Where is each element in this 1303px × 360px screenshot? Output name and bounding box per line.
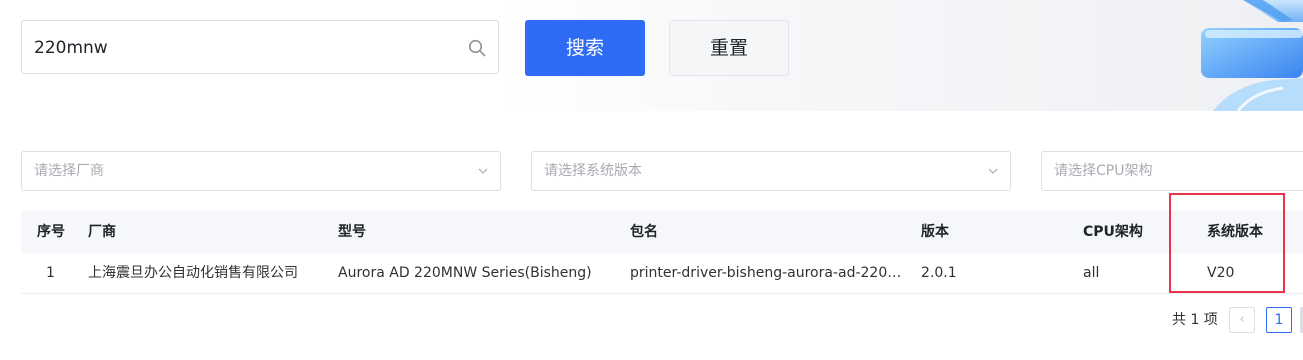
chevron-down-icon[interactable] <box>988 166 998 176</box>
reset-button[interactable]: 重置 <box>669 20 789 76</box>
chevron-down-icon[interactable] <box>478 166 488 176</box>
pagination-page-1[interactable]: 1 <box>1266 307 1292 333</box>
cpu-arch-select-placeholder: 请选择CPU架构 <box>1054 163 1153 179</box>
highlight-box <box>1169 193 1285 293</box>
cpu-arch-select[interactable]: 请选择CPU架构 <box>1041 151 1303 191</box>
vendor-select-placeholder: 请选择厂商 <box>34 163 104 179</box>
header-vendor: 厂商 <box>88 224 116 240</box>
cell-version: 2.0.1 <box>921 265 957 281</box>
search-button[interactable]: 搜索 <box>525 20 645 76</box>
pagination-total: 共 1 项 <box>1172 312 1218 328</box>
table-row[interactable]: 1 上海震旦办公自动化销售有限公司 Aurora AD 220MNW Serie… <box>21 253 1303 294</box>
table-header: 序号 厂商 型号 包名 版本 CPU架构 系统版本 <box>21 211 1303 253</box>
vendor-select[interactable]: 请选择厂商 <box>21 151 501 191</box>
header-version: 版本 <box>921 224 949 240</box>
cell-package: printer-driver-bisheng-aurora-ad-220m… <box>630 265 910 281</box>
header-index: 序号 <box>37 224 65 240</box>
search-icon[interactable] <box>468 39 486 57</box>
system-version-select[interactable]: 请选择系统版本 <box>531 151 1011 191</box>
search-input[interactable]: 220mnw <box>21 20 499 74</box>
search-input-value[interactable]: 220mnw <box>34 21 108 75</box>
decorative-3d-graphic <box>1201 0 1303 111</box>
chevron-left-icon[interactable]: ‹ <box>1229 307 1255 333</box>
header-cpu-arch: CPU架构 <box>1083 224 1143 240</box>
header-package: 包名 <box>630 224 658 240</box>
cell-index: 1 <box>46 265 55 281</box>
cell-vendor: 上海震旦办公自动化销售有限公司 <box>88 265 298 281</box>
cell-cpu-arch: all <box>1083 265 1100 281</box>
header-model: 型号 <box>338 224 366 240</box>
system-version-select-placeholder: 请选择系统版本 <box>544 163 642 179</box>
cell-model: Aurora AD 220MNW Series(Bisheng) <box>338 265 592 281</box>
